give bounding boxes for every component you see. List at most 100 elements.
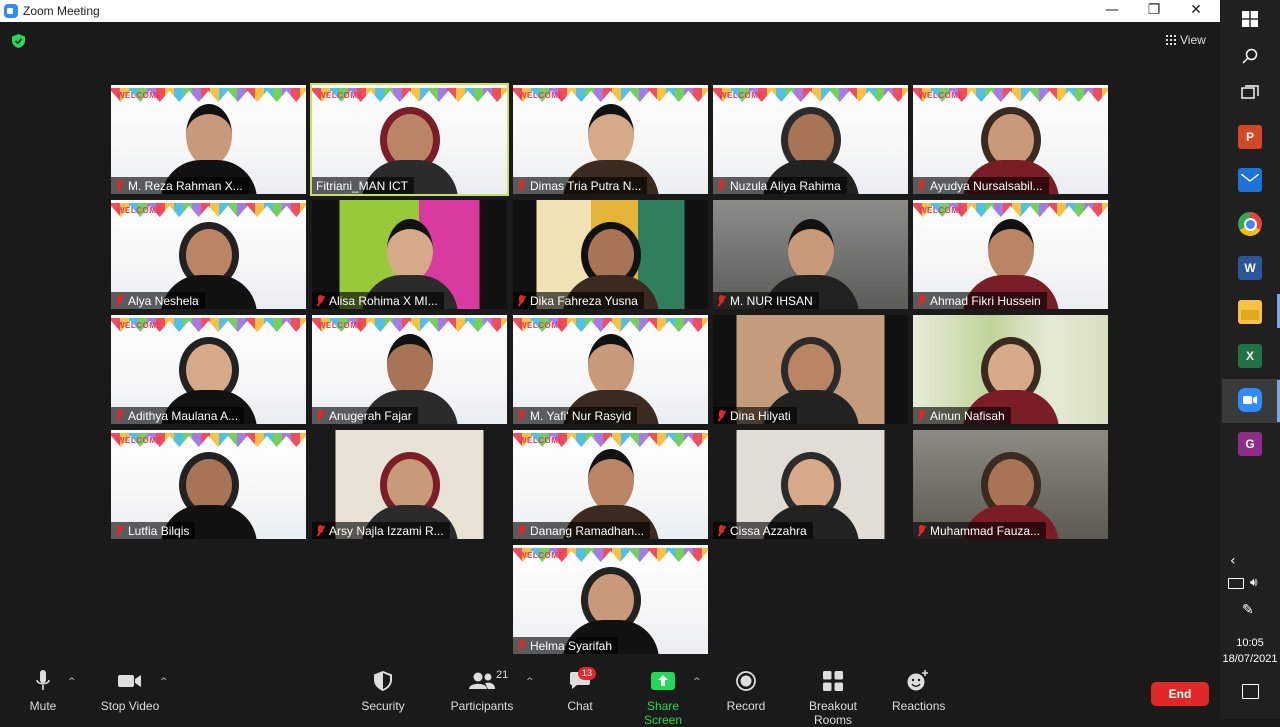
mail-icon[interactable]: [1238, 168, 1262, 192]
participant-tile[interactable]: WELCOME Adithya Maulana A...: [111, 315, 306, 424]
participants-button[interactable]: 21 Participants: [450, 669, 514, 713]
pdf-app-icon[interactable]: G: [1238, 432, 1262, 456]
participant-tile[interactable]: Cissa Azzahra: [713, 430, 908, 539]
file-explorer-icon[interactable]: [1238, 300, 1262, 324]
participant-name-label: M. Yafi' Nur Rasyid: [513, 407, 638, 424]
chrome-icon[interactable]: [1238, 212, 1262, 236]
end-meeting-button[interactable]: End: [1151, 682, 1209, 706]
participant-tile[interactable]: WELCOME Danang Ramadhan...: [513, 430, 708, 539]
participant-tile[interactable]: WELCOME Helma Syarifah: [513, 545, 708, 654]
mute-options-caret-icon[interactable]: ^: [68, 677, 76, 687]
breakout-rooms-button[interactable]: Breakout Rooms: [790, 669, 876, 727]
battery-icon[interactable]: [1228, 578, 1244, 589]
participant-name: Arsy Najla Izzami R...: [329, 523, 444, 538]
zoom-logo-icon: [4, 4, 18, 18]
participant-tile[interactable]: WELCOME Anugerah Fajar: [312, 315, 507, 424]
encryption-shield-icon[interactable]: [12, 34, 25, 48]
muted-microphone-icon: [115, 524, 124, 537]
minimize-button[interactable]: —: [1090, 0, 1134, 22]
participants-count: 21: [496, 669, 509, 681]
stop-video-button[interactable]: Stop Video: [98, 669, 162, 713]
participant-name-label: Alya Neshela: [111, 292, 205, 309]
participant-tile[interactable]: Ainun Nafisah: [913, 315, 1108, 424]
participant-name-label: Muhammad Fauza...: [913, 522, 1047, 539]
participant-name: Fitriani_MAN ICT: [316, 178, 409, 193]
participant-name: Cissa Azzahra: [730, 523, 807, 538]
search-icon[interactable]: [1242, 48, 1258, 64]
reactions-smiley-icon: [907, 670, 928, 691]
gallery-view: View WELCOME M. Reza Rahman X... WELCOME Fi…: [0, 22, 1220, 657]
participant-name: Lutfia Bilqis: [128, 523, 190, 538]
pen-icon[interactable]: ✎: [1242, 602, 1254, 618]
breakout-rooms-icon: [823, 671, 843, 691]
poster-welcome-text: WELCOME: [117, 206, 163, 215]
poster-welcome-text: WELCOME: [117, 321, 163, 330]
poster-welcome-text: WELCOME: [719, 91, 765, 100]
participant-tile[interactable]: M. NUR IHSAN: [713, 200, 908, 309]
word-icon[interactable]: W: [1238, 256, 1262, 280]
participant-tile[interactable]: WELCOME Ayudya Nursalsabil...: [913, 85, 1108, 194]
muted-microphone-icon: [517, 179, 526, 192]
muted-microphone-icon: [115, 179, 124, 192]
muted-microphone-icon: [517, 294, 526, 307]
muted-microphone-icon: [316, 409, 325, 422]
poster-welcome-text: WELCOME: [519, 551, 565, 560]
poster-welcome-text: WELCOME: [919, 206, 965, 215]
title-bar: Zoom Meeting — ❐ ✕: [0, 0, 1220, 22]
excel-icon[interactable]: X: [1238, 344, 1262, 368]
share-options-caret-icon[interactable]: ^: [693, 677, 701, 687]
participant-name: Adithya Maulana A...: [128, 408, 239, 423]
video-options-caret-icon[interactable]: ^: [160, 677, 168, 687]
show-hidden-icons-chevron-icon[interactable]: ‹: [1230, 553, 1236, 569]
participant-tile[interactable]: WELCOME Fitriani_MAN ICT: [310, 83, 509, 196]
participant-tile[interactable]: WELCOME Dimas Tria Putra N...: [513, 85, 708, 194]
participant-tile[interactable]: WELCOME Ahmad Fikri Hussein: [913, 200, 1108, 309]
participants-options-caret-icon[interactable]: ^: [526, 677, 534, 687]
powerpoint-icon[interactable]: P: [1238, 125, 1262, 149]
participant-tile[interactable]: WELCOME M. Yafi' Nur Rasyid: [513, 315, 708, 424]
participant-tile[interactable]: Arsy Najla Izzami R...: [312, 430, 507, 539]
task-view-icon[interactable]: [1241, 85, 1259, 101]
zoom-app-icon[interactable]: [1238, 388, 1262, 412]
poster-welcome-text: WELCOME: [919, 91, 965, 100]
window-title: Zoom Meeting: [23, 4, 100, 18]
clock-date[interactable]: 18/07/2021: [1220, 653, 1280, 665]
participant-name: Nuzula Aliya Rahima: [730, 178, 841, 193]
participant-tile[interactable]: Dina Hilyati: [713, 315, 908, 424]
participant-tile[interactable]: WELCOME Nuzula Aliya Rahima: [713, 85, 908, 194]
volume-icon[interactable]: 🔊︎: [1250, 575, 1258, 590]
grid-icon: [1166, 35, 1176, 45]
participant-name-label: Helma Syarifah: [513, 637, 619, 654]
share-screen-button[interactable]: Share Screen: [628, 669, 698, 727]
action-center-icon[interactable]: [1242, 684, 1259, 699]
participant-name-label: Cissa Azzahra: [713, 522, 813, 539]
muted-microphone-icon: [717, 409, 726, 422]
participant-name-label: Adithya Maulana A...: [111, 407, 245, 424]
record-icon: [736, 671, 756, 691]
clock-time[interactable]: 10:05: [1220, 637, 1280, 649]
participant-name-label: M. NUR IHSAN: [713, 292, 819, 309]
participant-name: Dimas Tria Putra N...: [530, 178, 642, 193]
view-button[interactable]: View: [1166, 33, 1206, 47]
security-label: Security: [361, 699, 405, 713]
chat-button[interactable]: 13 Chat: [565, 667, 597, 713]
participant-tile[interactable]: WELCOME Lutfia Bilqis: [111, 430, 306, 539]
security-button[interactable]: Security: [358, 669, 408, 713]
poster-welcome-text: WELCOME: [318, 321, 364, 330]
participant-tile[interactable]: WELCOME M. Reza Rahman X...: [111, 85, 306, 194]
mute-button[interactable]: Mute: [25, 669, 61, 713]
reactions-button[interactable]: Reactions: [892, 669, 945, 713]
close-button[interactable]: ✕: [1174, 0, 1218, 22]
windows-taskbar: P W X G ‹ 🔊︎ ✎ 10:05 18/07/2021: [1220, 0, 1280, 719]
participant-tile[interactable]: Muhammad Fauza...: [913, 430, 1108, 539]
participant-name: Alisa Rohima X MI...: [329, 293, 438, 308]
record-button[interactable]: Record: [726, 669, 766, 713]
participant-tile[interactable]: Alisa Rohima X MI...: [312, 200, 507, 309]
maximize-button[interactable]: ❐: [1132, 0, 1176, 22]
participant-name-label: Ainun Nafisah: [913, 407, 1011, 424]
windows-start-icon[interactable]: [1242, 11, 1258, 27]
participant-tile[interactable]: WELCOME Alya Neshela: [111, 200, 306, 309]
poster-welcome-text: WELCOME: [519, 436, 565, 445]
poster-welcome-text: WELCOME: [519, 91, 565, 100]
participant-tile[interactable]: Dika Fahreza Yusna: [513, 200, 708, 309]
